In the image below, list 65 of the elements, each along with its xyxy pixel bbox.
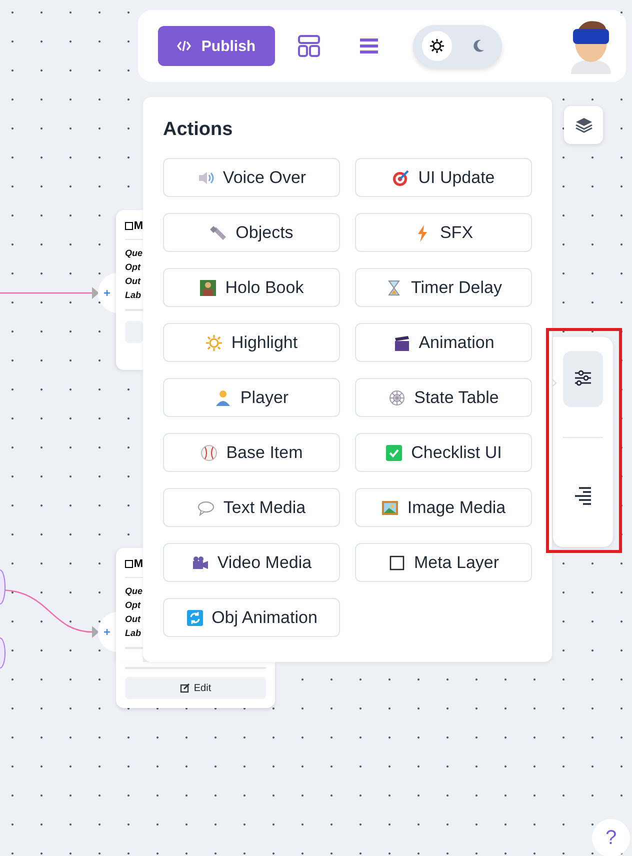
bolt-icon <box>210 224 228 242</box>
code-icon <box>177 40 192 52</box>
checkmark-icon <box>385 444 404 462</box>
panel-title: Actions <box>163 119 234 141</box>
clapperboard-icon <box>392 334 411 352</box>
action-button[interactable]: Image Media <box>355 488 532 527</box>
speech-bubble-icon <box>197 498 216 516</box>
field-label: Que <box>125 586 143 596</box>
action-button[interactable]: State Table <box>355 378 532 417</box>
publish-button[interactable]: Publish <box>158 26 275 66</box>
action-button[interactable]: Voice Over <box>163 158 340 197</box>
action-button[interactable]: Timer Delay <box>355 268 532 307</box>
hourglass-icon <box>385 278 403 296</box>
user-avatar[interactable] <box>568 18 614 74</box>
theme-toggle[interactable] <box>413 24 502 68</box>
person-board-icon <box>199 278 218 296</box>
node-title: M <box>134 220 143 232</box>
action-button[interactable]: Video Media <box>163 543 340 582</box>
square-icon <box>388 554 406 572</box>
sliders-tool-button[interactable] <box>563 351 603 407</box>
layers-button[interactable] <box>564 106 603 144</box>
node-port <box>0 637 6 669</box>
action-button[interactable]: Obj Animation <box>163 598 340 637</box>
menu-button[interactable] <box>359 37 379 55</box>
node-port <box>0 569 6 605</box>
menu-icon <box>359 37 379 55</box>
baseball-icon <box>200 444 218 462</box>
help-button[interactable]: ? <box>592 819 630 856</box>
action-button[interactable]: Highlight <box>163 323 340 362</box>
sun-icon <box>205 334 224 352</box>
edit-button[interactable]: Edit <box>125 677 266 699</box>
field-label: Out <box>125 276 140 286</box>
caret-icon <box>551 378 557 388</box>
action-button[interactable]: Holo Book <box>163 268 340 307</box>
web-icon <box>388 388 406 406</box>
sun-theme-button[interactable] <box>422 31 452 61</box>
align-right-icon <box>574 486 592 506</box>
person-icon <box>214 388 232 406</box>
sun-icon <box>428 38 445 54</box>
field-label: Lab <box>125 290 142 300</box>
action-button[interactable]: Meta Layer <box>355 543 532 582</box>
action-button[interactable]: Text Media <box>163 488 340 527</box>
field-label: Lab <box>125 628 142 638</box>
action-button[interactable]: Objects <box>163 213 340 252</box>
action-button[interactable]: Checklist UI <box>355 433 532 472</box>
layers-icon <box>574 116 592 134</box>
layout-icon <box>297 34 321 58</box>
node-title: M <box>134 558 143 570</box>
framed-landscape-icon <box>381 498 400 516</box>
field-label: Opt <box>125 600 140 610</box>
refresh-icon <box>186 608 204 626</box>
target-icon <box>392 168 410 186</box>
action-button[interactable]: Player <box>163 378 340 417</box>
square-icon <box>125 560 133 568</box>
action-button[interactable]: Animation <box>355 323 532 362</box>
video-camera-icon <box>191 554 210 572</box>
layout-button[interactable] <box>297 34 321 58</box>
field-label: Out <box>125 614 140 624</box>
action-button[interactable]: UI Update <box>355 158 532 197</box>
field-label: Que <box>125 248 143 258</box>
field-label: Opt <box>125 262 140 272</box>
action-button[interactable]: SFX <box>355 213 532 252</box>
edit-icon <box>180 683 190 693</box>
square-icon <box>125 222 133 230</box>
action-button[interactable]: Base Item <box>163 433 340 472</box>
